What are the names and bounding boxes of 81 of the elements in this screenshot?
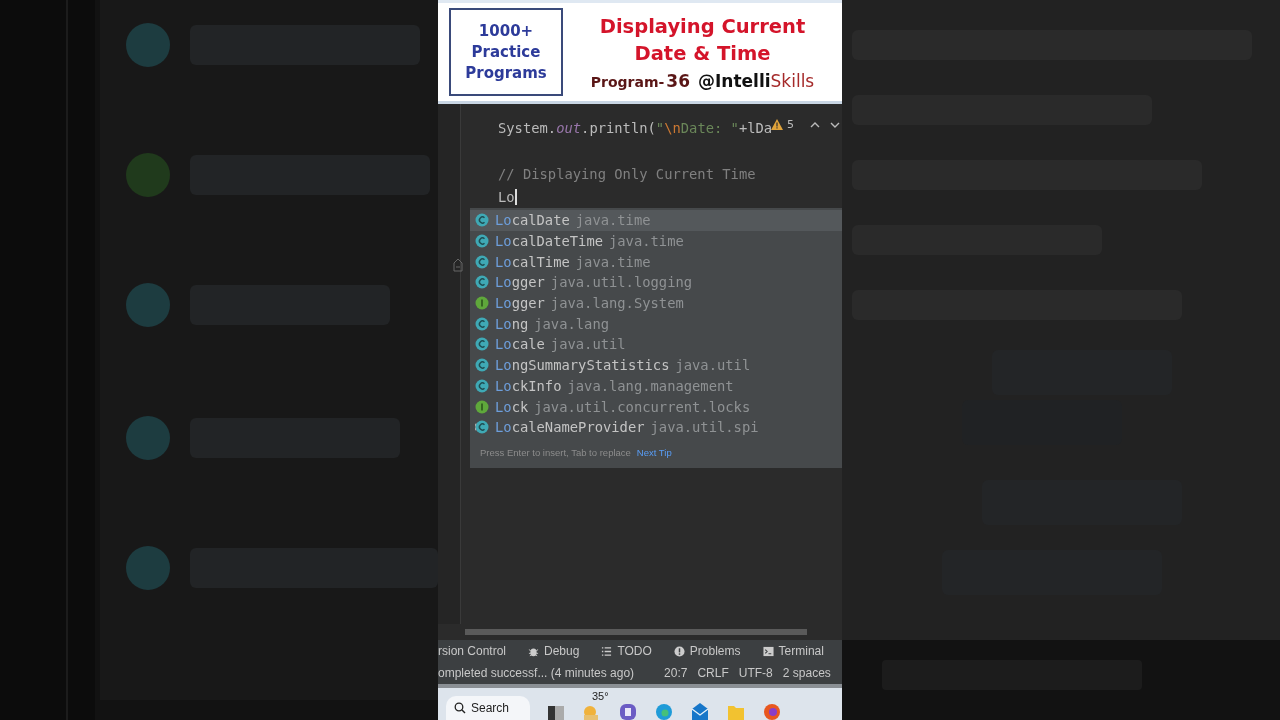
chevron-up-icon[interactable] xyxy=(810,121,820,128)
status-item[interactable]: UTF-8 xyxy=(738,666,773,680)
class-icon xyxy=(475,378,489,393)
tool-window-tab[interactable]: Terminal xyxy=(762,644,824,658)
badge-text: Practice xyxy=(471,41,541,63)
text-caret xyxy=(514,188,517,205)
package-name: java.util.spi xyxy=(650,419,759,436)
class-icon xyxy=(475,254,489,269)
completion-item[interactable]: LongSummaryStatistics java.util xyxy=(470,354,842,376)
class-name: Lock xyxy=(495,398,529,415)
mail-icon[interactable] xyxy=(690,700,710,720)
completion-item[interactable]: LocaleNameProvider java.util.spi xyxy=(470,416,842,438)
badge-text: Programs xyxy=(465,62,547,84)
next-tip-link[interactable]: Next Tip xyxy=(636,447,672,459)
package-name: java.lang xyxy=(534,315,609,332)
status-item[interactable]: 2 spaces xyxy=(782,666,831,680)
interface-icon xyxy=(475,296,489,311)
package-name: java.util.concurrent.locks xyxy=(534,398,751,415)
temperature: 35° xyxy=(592,690,609,702)
program-number: 36 xyxy=(666,71,690,91)
class-icon xyxy=(475,316,489,331)
code-comment: // Displaying Only Current Time xyxy=(498,165,756,182)
class-name: LocalDate xyxy=(495,212,570,229)
status-message: ompleted successf... (4 minutes ago) xyxy=(438,666,635,680)
class-name: LongSummaryStatistics xyxy=(495,357,670,374)
search-field[interactable]: Search xyxy=(446,696,530,720)
completion-item[interactable]: Lock java.util.concurrent.locks xyxy=(470,396,842,417)
package-name: java.time xyxy=(575,212,651,229)
fold-icon xyxy=(453,258,463,272)
warning-count: 5 xyxy=(787,118,794,131)
completion-item[interactable]: LocalTime java.time xyxy=(470,251,842,273)
package-name: java.util xyxy=(675,357,751,374)
tool-window-tab[interactable]: Problems xyxy=(673,644,741,658)
class-name: Logger xyxy=(495,295,545,312)
completion-item[interactable]: LocalDateTime java.time xyxy=(470,230,842,252)
channel-name: @IntelliSkills xyxy=(698,71,815,91)
hint-text: Press Enter to insert, Tab to replace xyxy=(480,447,631,459)
class-name: LockInfo xyxy=(495,377,562,394)
interface-icon xyxy=(475,399,489,414)
scrollbar-thumb[interactable] xyxy=(465,629,807,635)
status-item[interactable]: CRLF xyxy=(697,666,729,680)
completion-item[interactable]: Logger java.lang.System xyxy=(470,292,842,314)
package-name: java.lang.System xyxy=(550,295,684,312)
tool-window-tab[interactable]: rsion Control xyxy=(438,644,507,658)
class-icon xyxy=(475,213,489,228)
package-name: java.util xyxy=(550,336,626,353)
typed-code: Lo xyxy=(498,188,515,205)
class-icon xyxy=(475,358,489,373)
package-name: java.util.logging xyxy=(550,274,693,291)
class-name: LocalTime xyxy=(495,253,570,270)
class-name: LocaleNameProvider xyxy=(495,419,645,436)
badge-text: 1000+ xyxy=(478,20,534,42)
class-name: Long xyxy=(495,315,529,332)
class-icon xyxy=(475,337,489,352)
terminal-icon xyxy=(762,645,774,657)
class-icon xyxy=(475,420,489,435)
completion-item[interactable]: Long java.lang xyxy=(470,313,842,335)
package-name: java.lang.management xyxy=(567,377,734,394)
package-name: java.time xyxy=(575,253,651,270)
package-name: java.time xyxy=(609,233,684,250)
tool-window-tab[interactable]: TODO xyxy=(601,644,652,658)
tool-window-tab[interactable]: Debug xyxy=(528,644,580,658)
class-name: Locale xyxy=(495,336,545,353)
completion-item[interactable]: LockInfo java.lang.management xyxy=(470,375,842,397)
program-label: Program- xyxy=(590,74,665,90)
class-name: LocalDateTime xyxy=(495,233,603,250)
search-icon xyxy=(454,702,466,714)
warning-icon xyxy=(771,119,783,130)
video-title: Date & Time xyxy=(634,41,771,67)
chevron-down-icon[interactable] xyxy=(830,121,840,128)
class-icon xyxy=(475,275,489,290)
class-name: Logger xyxy=(495,274,545,291)
status-item[interactable]: 20:7 xyxy=(664,666,688,680)
completion-item[interactable]: Locale java.util xyxy=(470,334,842,355)
alert-icon xyxy=(673,645,685,657)
completion-item[interactable]: LocalDate java.time xyxy=(470,210,842,231)
class-icon xyxy=(475,234,489,249)
code-line: System.out.println("\nDate: "+lDa xyxy=(498,119,773,136)
completion-item[interactable]: Logger java.util.logging xyxy=(470,272,842,293)
video-title: Displaying Current xyxy=(599,14,806,40)
list-icon xyxy=(601,645,613,657)
